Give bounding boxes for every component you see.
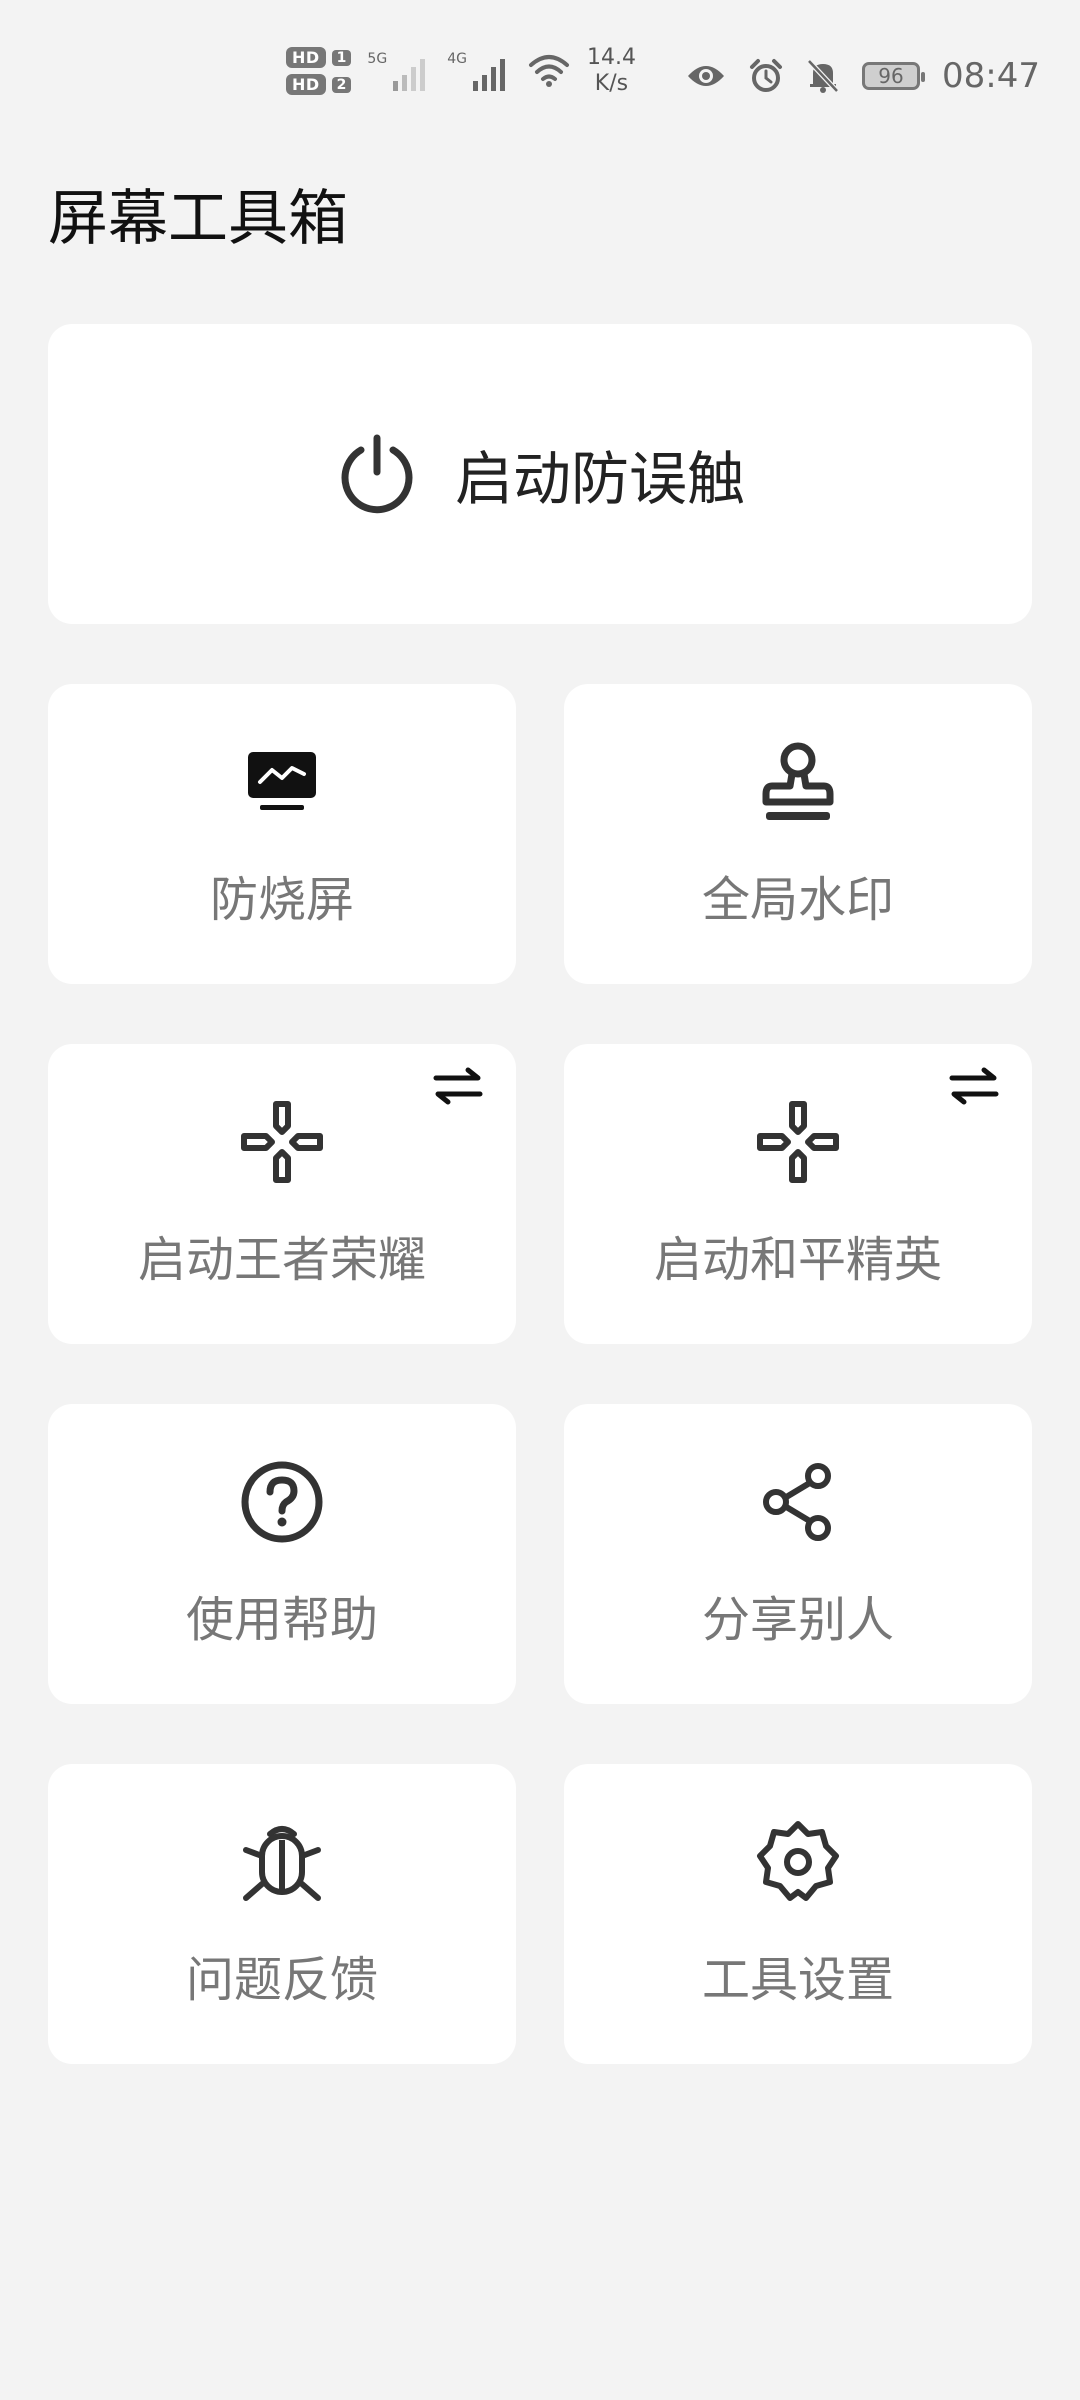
tile-label: 问题反馈	[185, 1952, 378, 2008]
tile-settings[interactable]: 工具设置	[564, 1764, 1032, 2064]
start-anti-touch-button[interactable]: 启动防误触	[48, 324, 1032, 624]
page-title: 屏幕工具箱	[48, 184, 348, 254]
gamepad-icon	[241, 1101, 323, 1183]
tile-launch-honor-of-kings[interactable]: 启动王者荣耀	[48, 1044, 516, 1344]
start-anti-touch-label: 启动防误触	[454, 445, 745, 513]
eye-icon	[688, 66, 725, 86]
share-icon	[763, 1463, 831, 1541]
tile-label: 启动和平精英	[653, 1232, 942, 1288]
tile-label: 防烧屏	[209, 872, 354, 928]
sim-indicators: HD 1 HD 2	[286, 47, 352, 95]
tile-label: 启动王者荣耀	[137, 1232, 426, 1288]
battery-level: 96	[878, 64, 904, 88]
status-left: HD 1 HD 2 5G 4G 14.4 K/s	[286, 45, 636, 97]
speed-unit: K/s	[594, 71, 629, 96]
gear-icon	[757, 1821, 839, 1901]
signal-4g: 4G	[447, 49, 511, 93]
tile-global-watermark[interactable]: 全局水印	[564, 684, 1032, 984]
network-speed: 14.4 K/s	[587, 45, 636, 97]
power-icon	[341, 434, 413, 514]
tile-burn-in-protection[interactable]: 防烧屏	[48, 684, 516, 984]
hd-label: HD	[286, 47, 326, 68]
status-right: 96 08:47	[686, 56, 1040, 96]
signal-bars-icon	[393, 59, 426, 91]
speed-value: 14.4	[586, 45, 636, 70]
signal-bars-icon-2	[472, 59, 505, 91]
status-bar: HD 1 HD 2 5G 4G 14.4 K/s 96 08:47	[0, 0, 1080, 160]
sim2-badge: HD 2	[286, 74, 352, 95]
tile-label: 分享别人	[701, 1592, 894, 1648]
sim1-badge: HD 1	[286, 47, 352, 68]
tile-feedback[interactable]: 问题反馈	[48, 1764, 516, 2064]
alarm-icon	[750, 59, 783, 92]
stamp-icon	[762, 742, 834, 820]
tile-label: 全局水印	[701, 872, 894, 928]
hd-label-2: HD	[286, 74, 326, 95]
tile-launch-peacekeeper-elite[interactable]: 启动和平精英	[564, 1044, 1032, 1344]
tile-share[interactable]: 分享别人	[564, 1404, 1032, 1704]
signal-5g: 5G	[367, 49, 431, 93]
net-label-4g: 4G	[447, 51, 467, 67]
sim1-number: 1	[331, 49, 352, 66]
help-icon	[241, 1461, 323, 1543]
monitor-icon	[248, 752, 316, 810]
tile-help[interactable]: 使用帮助	[48, 1404, 516, 1704]
tile-label: 使用帮助	[185, 1592, 378, 1648]
sim2-number: 2	[331, 76, 352, 93]
gamepad-icon	[757, 1101, 839, 1183]
mute-bell-icon	[807, 59, 839, 93]
net-label-5g: 5G	[367, 51, 388, 67]
clock: 08:47	[942, 56, 1040, 96]
wifi-icon	[528, 55, 569, 87]
bug-icon	[243, 1826, 321, 1901]
tile-label: 工具设置	[701, 1952, 894, 2008]
battery-indicator: 96	[862, 62, 926, 90]
